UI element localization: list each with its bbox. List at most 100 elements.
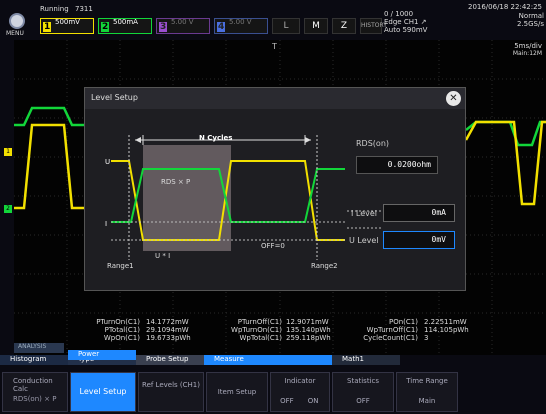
level-setup-dialog: Level Setup ✕ N Cycles RDS × P U I U * I…	[84, 87, 466, 291]
menu-icon[interactable]	[9, 13, 25, 29]
meas-col3-labels: POn(C1) WpTurnOff(C1) CycleCount(C1)	[352, 318, 418, 342]
indicator-toggle[interactable]: Indicator OFF ON	[270, 372, 330, 412]
indicator-label: Indicator	[284, 377, 316, 385]
tab-analysis[interactable]: ANALYSIS	[14, 343, 64, 353]
tab-histogram[interactable]: Histogram	[0, 355, 68, 365]
conduction-calc-button[interactable]: Conduction Calc RDS(on) × P	[2, 372, 68, 412]
time-range-button[interactable]: Time Range Main	[396, 372, 458, 412]
meas-value: 259.118pWh	[286, 334, 331, 342]
trigger-source: Edge CH1 ↗	[384, 18, 427, 26]
statistics-value: OFF	[356, 397, 370, 405]
channel-4-scale: 5.00 V	[229, 18, 252, 26]
off-label: OFF=0	[261, 242, 285, 250]
time-range-label: Time Range	[406, 377, 448, 385]
ch2-ground-marker[interactable]: 2	[4, 205, 12, 213]
meas-label: WpTurnOff(C1)	[366, 326, 418, 334]
meas-label: WpOn(C1)	[103, 334, 140, 342]
channel-1-indicator[interactable]: 1 500mV	[40, 18, 94, 34]
trigger-position-marker: T	[271, 42, 277, 51]
channel-1-number: 1	[43, 22, 52, 32]
trigger-count: 7311	[75, 5, 93, 13]
meas-value: 2.22511mW	[424, 318, 467, 326]
power-header[interactable]: Power	[68, 350, 136, 360]
channel-4-indicator[interactable]: 4 5.00 V	[214, 18, 268, 34]
channel-2-scale: 500mA	[113, 18, 138, 26]
conduction-calc-label: Conduction Calc	[13, 377, 53, 393]
measure-header[interactable]: Measure	[204, 355, 332, 365]
meas-label: CycleCount(C1)	[363, 334, 418, 342]
channel-2-indicator[interactable]: 2 500mA	[98, 18, 152, 34]
zoom-indicator[interactable]: Z	[332, 18, 356, 34]
meas-value: 3	[424, 334, 429, 342]
rds-label: RDS(on)	[356, 139, 390, 148]
u-label: U	[105, 158, 111, 166]
channel-2-number: 2	[101, 22, 110, 32]
math-header[interactable]: Math1	[332, 355, 400, 365]
level-setup-button[interactable]: Level Setup	[70, 372, 136, 412]
indicator-off-option[interactable]: OFF	[275, 397, 299, 405]
statistics-label: Statistics	[347, 377, 379, 385]
i-level-label: I Level	[351, 209, 378, 218]
indicator-on-option[interactable]: ON	[301, 397, 325, 405]
range1-label: Range1	[107, 262, 134, 270]
meas-col2-values: 12.9071mW 135.140pWh 259.118pWh	[286, 318, 346, 342]
range2-label: Range2	[311, 262, 338, 270]
rds-value-field[interactable]: 0.0200ohm	[356, 156, 438, 174]
history-indicator[interactable]: HISTORY	[360, 18, 387, 34]
datetime: 2016/06/18 22:42:25	[467, 3, 542, 11]
softkey-menu: ANALYSIS Histogram Type Power Probe Setu…	[0, 343, 546, 414]
channel-markers-rail	[0, 40, 14, 355]
trigger-mode: Auto 590mV	[384, 26, 428, 34]
meas-label: WpTotal(C1)	[239, 334, 282, 342]
meas-value: 114.105pWh	[424, 326, 469, 334]
ui-label: U * I	[155, 252, 171, 260]
statistics-button[interactable]: Statistics OFF	[332, 372, 394, 412]
time-range-value: Main	[418, 397, 436, 405]
meas-value: 14.1772mW	[146, 318, 189, 326]
rds-formula: RDS × P	[161, 178, 191, 186]
channel-1-scale: 500mV	[55, 18, 80, 26]
logic-indicator[interactable]: L	[272, 18, 300, 34]
i-label: I	[105, 220, 108, 228]
meas-col1-values: 14.1772mW 29.1094mW 19.6733pWh	[146, 318, 206, 342]
conduction-region	[143, 145, 231, 251]
acq-mode: Normal	[518, 12, 544, 20]
channel-3-scale: 5.00 V	[171, 18, 194, 26]
probe-setup-header[interactable]: Probe Setup	[136, 355, 204, 365]
trigger-info[interactable]: 0 / 1000 Edge CH1 ↗ Auto 590mV	[384, 10, 482, 34]
status-bar: MENU Running 7311 1 500mV 2 500mA 3 5.00…	[0, 0, 546, 40]
close-icon[interactable]: ✕	[446, 91, 461, 106]
sample-rate: 2.5GS/s	[516, 20, 544, 28]
meas-col3-values: 2.22511mW 114.105pWh 3	[424, 318, 494, 342]
meas-col2-labels: PTurnOff(C1) WpTurnOn(C1) WpTotal(C1)	[222, 318, 282, 342]
conduction-calc-value: RDS(on) × P	[13, 395, 57, 403]
meas-value: 29.1094mW	[146, 326, 189, 334]
level-diagram	[111, 135, 381, 260]
u-level-field[interactable]: 0mV	[383, 231, 455, 249]
meas-label: PTurnOn(C1)	[96, 318, 140, 326]
meas-label: PTurnOff(C1)	[237, 318, 282, 326]
channel-3-indicator[interactable]: 3 5.00 V	[156, 18, 210, 34]
meas-value: 12.9071mW	[286, 318, 329, 326]
channel-3-number: 3	[159, 22, 168, 32]
ref-levels-button[interactable]: Ref Levels (CH1)	[138, 372, 204, 412]
dialog-title: Level Setup	[85, 88, 465, 109]
meas-label: WpTurnOn(C1)	[231, 326, 282, 334]
run-status: Running	[40, 5, 69, 13]
meas-value: 19.6733pWh	[146, 334, 191, 342]
time-div: 5ms/div	[514, 42, 542, 50]
meas-col1-labels: PTurnOn(C1) PTotal(C1) WpOn(C1)	[92, 318, 140, 342]
ch1-ground-marker[interactable]: 1	[4, 148, 12, 156]
record-length: Main:12M	[512, 50, 542, 57]
i-level-field[interactable]: 0mA	[383, 204, 455, 222]
meas-value: 135.140pWh	[286, 326, 331, 334]
menu-label: MENU	[6, 30, 24, 37]
channel-4-number: 4	[217, 22, 226, 32]
meas-label: POn(C1)	[389, 318, 418, 326]
math-indicator[interactable]: M	[304, 18, 328, 34]
u-level-label: U Level	[349, 236, 379, 245]
meas-label: PTotal(C1)	[104, 326, 140, 334]
item-setup-button[interactable]: Item Setup	[206, 372, 268, 412]
n-cycles-label: N Cycles	[199, 134, 233, 142]
acq-count: 0 / 1000	[384, 10, 414, 18]
